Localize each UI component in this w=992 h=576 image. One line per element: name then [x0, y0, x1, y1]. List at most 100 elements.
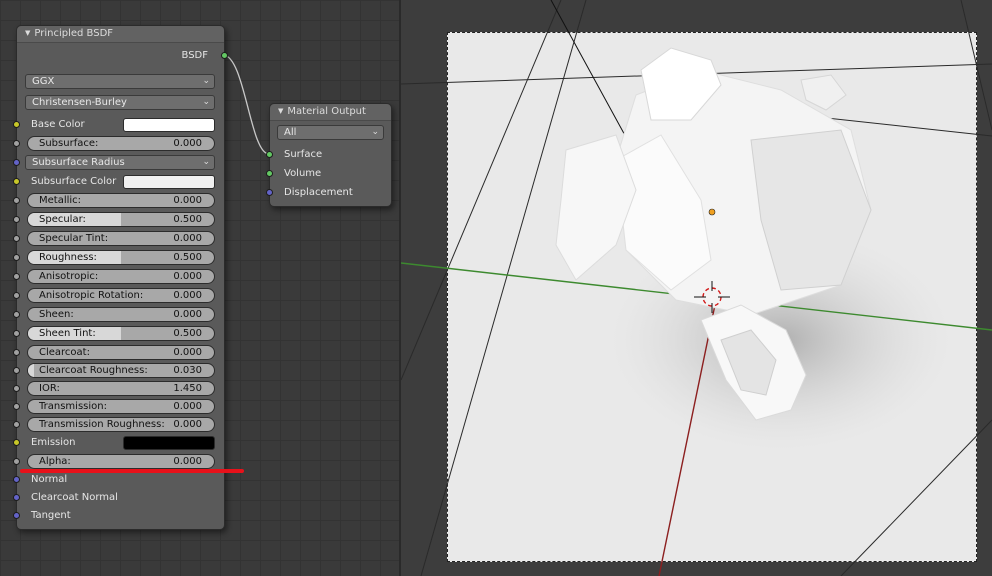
input-socket[interactable] [13, 235, 20, 242]
value-slider[interactable]: Specular Tint: 0.000 [27, 231, 215, 246]
input-socket[interactable] [13, 421, 20, 428]
bsdf-output-socket[interactable] [221, 52, 228, 59]
tangent-label: Tangent [31, 510, 71, 521]
base-color-label: Base Color [31, 119, 85, 130]
node-title: Principled BSDF [34, 28, 114, 39]
tangent-socket[interactable] [13, 512, 20, 519]
node-title: Material Output [287, 106, 366, 117]
slider-value: 0.030 [173, 365, 202, 376]
distribution-dropdown[interactable]: GGX ⌄ [25, 74, 215, 89]
input-socket[interactable] [13, 273, 20, 280]
subsurface-row: Subsurface: 0.000 [13, 135, 224, 153]
value-slider[interactable]: Transmission Roughness: 0.000 [27, 417, 215, 432]
value-slider[interactable]: Roughness: 0.500 [27, 250, 215, 265]
distribution-value: GGX [32, 76, 55, 87]
grid-line [401, 0, 562, 381]
slider-value: 0.000 [173, 456, 202, 467]
normal-row: Normal [13, 471, 224, 489]
slider-row: Specular Tint: 0.000 [13, 230, 224, 248]
bsdf-output-label: BSDF [181, 50, 208, 61]
slider-value: 0.000 [173, 309, 202, 320]
slider-row: IOR: 1.450 [13, 380, 224, 398]
input-socket[interactable] [13, 349, 20, 356]
normal-socket[interactable] [13, 476, 20, 483]
volume-row: Volume [266, 165, 391, 183]
value-slider[interactable]: Anisotropic Rotation: 0.000 [27, 288, 215, 303]
input-socket[interactable] [13, 197, 20, 204]
tangent-row: Tangent [13, 507, 224, 525]
value-slider[interactable]: Clearcoat: 0.000 [27, 345, 215, 360]
slider-row: Sheen Tint: 0.500 [13, 325, 224, 343]
subsurface-socket[interactable] [13, 140, 20, 147]
slider-label: IOR: [39, 383, 60, 394]
value-slider[interactable]: Sheen Tint: 0.500 [27, 326, 215, 341]
slider-value: 0.000 [173, 401, 202, 412]
slider-value: 0.000 [173, 271, 202, 282]
input-socket[interactable] [13, 254, 20, 261]
subsurface-color-label: Subsurface Color [31, 176, 117, 187]
subsurface-color-socket[interactable] [13, 178, 20, 185]
material-output-node[interactable]: ▼ Material Output All ⌄ Surface Volume Dis… [266, 103, 392, 207]
slider-row: Sheen: 0.000 [13, 306, 224, 324]
subsurface-slider[interactable]: Subsurface: 0.000 [27, 136, 215, 151]
node-header[interactable]: ▼ Material Output [270, 104, 391, 121]
slider-value: 0.000 [173, 419, 202, 430]
subsurface-method-value: Christensen-Burley [32, 97, 127, 108]
input-socket[interactable] [13, 367, 20, 374]
collapse-triangle-icon[interactable]: ▼ [25, 29, 30, 37]
target-dropdown[interactable]: All ⌄ [277, 125, 384, 140]
subsurface-radius-dropdown[interactable]: Subsurface Radius ⌄ [25, 155, 215, 170]
slider-row: Transmission Roughness: 0.000 [13, 416, 224, 434]
chevron-down-icon: ⌄ [202, 97, 210, 107]
value-slider[interactable]: IOR: 1.450 [27, 381, 215, 396]
grid-line [420, 0, 587, 576]
slider-row: Roughness: 0.500 [13, 249, 224, 267]
surface-socket[interactable] [266, 151, 273, 158]
input-socket[interactable] [13, 330, 20, 337]
surface-label: Surface [284, 149, 323, 160]
chevron-down-icon: ⌄ [371, 127, 379, 137]
slider-row: Specular: 0.500 [13, 211, 224, 229]
value-slider[interactable]: Metallic: 0.000 [27, 193, 215, 208]
collapse-triangle-icon[interactable]: ▼ [278, 107, 283, 115]
input-socket[interactable] [13, 216, 20, 223]
input-socket[interactable] [13, 403, 20, 410]
alpha-slider[interactable]: Alpha: 0.000 [27, 454, 215, 469]
surface-row: Surface [266, 146, 391, 164]
distribution-row: GGX ⌄ [17, 73, 224, 91]
principled-bsdf-node[interactable]: ▼ Principled BSDF BSDF GGX ⌄ Christensen-B… [13, 25, 228, 530]
alpha-socket[interactable] [13, 458, 20, 465]
value-slider[interactable]: Sheen: 0.000 [27, 307, 215, 322]
value-slider[interactable]: Transmission: 0.000 [27, 399, 215, 414]
base-color-swatch[interactable] [123, 118, 215, 132]
slider-label: Clearcoat Roughness: [39, 365, 148, 376]
node-header[interactable]: ▼ Principled BSDF [17, 26, 224, 43]
volume-socket[interactable] [266, 170, 273, 177]
subsurface-color-swatch[interactable] [123, 175, 215, 189]
slider-value: 0.000 [173, 195, 202, 206]
target-value: All [284, 127, 297, 138]
chevron-down-icon: ⌄ [202, 157, 210, 167]
slider-label: Subsurface: [39, 138, 99, 149]
displacement-socket[interactable] [266, 189, 273, 196]
slider-label: Specular: [39, 214, 86, 225]
subsurface-method-dropdown[interactable]: Christensen-Burley ⌄ [25, 95, 215, 110]
slider-label: Anisotropic: [39, 271, 99, 282]
volume-label: Volume [284, 168, 322, 179]
base-color-socket[interactable] [13, 121, 20, 128]
emission-swatch[interactable] [123, 436, 215, 450]
value-slider[interactable]: Anisotropic: 0.000 [27, 269, 215, 284]
input-socket[interactable] [13, 311, 20, 318]
input-socket[interactable] [13, 385, 20, 392]
value-slider[interactable]: Specular: 0.500 [27, 212, 215, 227]
emission-socket[interactable] [13, 439, 20, 446]
clearcoat-normal-socket[interactable] [13, 494, 20, 501]
subsurface-radius-socket[interactable] [13, 159, 20, 166]
slider-value: 0.000 [173, 233, 202, 244]
slider-row: Clearcoat: 0.000 [13, 344, 224, 362]
slider-row: Metallic: 0.000 [13, 192, 224, 210]
input-socket[interactable] [13, 292, 20, 299]
displacement-label: Displacement [284, 187, 353, 198]
value-slider[interactable]: Clearcoat Roughness: 0.030 [27, 363, 215, 378]
clearcoat-normal-label: Clearcoat Normal [31, 492, 118, 503]
